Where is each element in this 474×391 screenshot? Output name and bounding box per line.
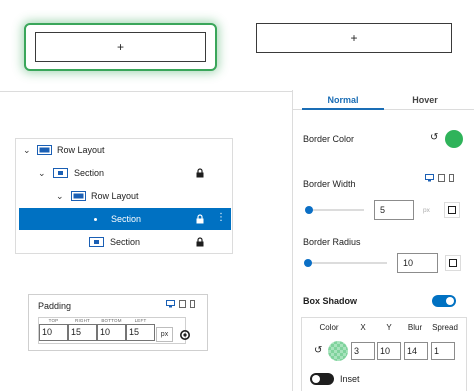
padding-title: Padding [38, 301, 72, 311]
tree-item-section[interactable]: ⌄ Section [16, 162, 232, 184]
state-tabs: Normal Hover [293, 90, 474, 110]
inset-toggle[interactable] [310, 373, 334, 385]
padding-unit-select[interactable]: px [156, 327, 173, 342]
section-dot-icon [94, 218, 97, 221]
section-preview[interactable]: + [256, 23, 452, 53]
shadow-color-header: Color [319, 323, 339, 332]
row-layout-icon [71, 191, 86, 201]
padding-right-label: RIGHT [75, 318, 90, 323]
lock-icon[interactable] [196, 214, 204, 224]
shadow-x-input[interactable]: 3 [351, 342, 375, 360]
chevron-down-icon[interactable]: ⌄ [23, 145, 31, 156]
mobile-icon[interactable] [190, 300, 195, 308]
border-width-unit: px [423, 207, 430, 214]
shadow-color-swatch[interactable] [328, 341, 348, 361]
padding-top-input[interactable]: 10 [39, 324, 68, 341]
tree-item-section[interactable]: Section [16, 231, 232, 253]
border-sides-button[interactable] [444, 202, 460, 218]
layer-tree: ⌄ Row Layout ⌄ Section ⌄ Row Layout Sect… [15, 138, 233, 254]
square-icon [449, 259, 457, 267]
chevron-down-icon[interactable]: ⌄ [38, 168, 46, 179]
plus-icon[interactable]: + [350, 31, 357, 45]
tree-item-label: Section [110, 237, 141, 247]
padding-right: RIGHT 15 [68, 318, 97, 341]
lock-icon[interactable] [196, 168, 204, 178]
tree-item-label: Section [74, 168, 105, 178]
padding-top: TOP 10 [39, 318, 68, 341]
tree-item-label: Row Layout [91, 191, 139, 201]
tree-item-row-layout[interactable]: ⌄ Row Layout [16, 139, 232, 161]
padding-bottom: BOTTOM 10 [97, 318, 126, 341]
reset-icon[interactable]: ↺ [314, 345, 322, 356]
border-width-label: Border Width [303, 179, 356, 189]
shadow-y-header: Y [386, 323, 392, 332]
tree-item-label: Row Layout [57, 145, 105, 155]
shadow-spread-input[interactable]: 1 [431, 342, 455, 360]
tablet-icon[interactable] [438, 174, 445, 182]
add-block-button[interactable]: + [35, 32, 206, 62]
lock-icon[interactable] [196, 237, 204, 247]
padding-right-input[interactable]: 15 [68, 324, 97, 341]
box-shadow-toggle[interactable] [432, 295, 456, 307]
plus-icon: + [116, 40, 124, 54]
toggle-knob [312, 375, 320, 383]
more-options-icon[interactable]: ⋮ [216, 212, 226, 223]
padding-top-label: TOP [48, 318, 59, 323]
tree-item-row-layout[interactable]: ⌄ Row Layout [16, 185, 232, 207]
padding-left-label: LEFT [134, 318, 147, 323]
selected-section-preview[interactable]: + [24, 23, 217, 71]
tab-hover[interactable]: Hover [384, 95, 466, 105]
section-icon [89, 237, 104, 247]
tree-item-label: Section [111, 214, 142, 224]
section-icon [53, 168, 68, 178]
border-radius-corners-button[interactable] [445, 255, 461, 271]
divider [0, 91, 292, 92]
chevron-down-icon[interactable]: ⌄ [56, 191, 64, 202]
padding-left-input[interactable]: 15 [126, 324, 155, 341]
shadow-x-header: X [360, 323, 366, 332]
border-radius-slider-thumb[interactable] [304, 259, 312, 267]
shadow-blur-header: Blur [407, 323, 423, 332]
device-switcher [166, 300, 195, 308]
border-width-slider-track[interactable] [306, 209, 364, 211]
border-radius-label: Border Radius [303, 237, 361, 247]
toggle-knob [446, 297, 454, 305]
border-width-slider-thumb[interactable] [305, 206, 313, 214]
padding-bottom-input[interactable]: 10 [97, 324, 126, 341]
border-radius-slider-track[interactable] [306, 262, 387, 264]
square-icon [448, 206, 456, 214]
shadow-spread-header: Spread [432, 323, 458, 332]
reset-icon[interactable]: ↺ [430, 132, 438, 143]
device-switcher [425, 174, 454, 182]
padding-bottom-label: BOTTOM [101, 318, 122, 323]
padding-left: LEFT 15 [126, 318, 155, 341]
inset-label: Inset [340, 374, 360, 384]
tab-normal[interactable]: Normal [302, 95, 384, 110]
tablet-icon[interactable] [179, 300, 186, 308]
border-width-input[interactable]: 5 [374, 200, 414, 220]
box-shadow-label: Box Shadow [303, 296, 358, 306]
link-sides-icon[interactable] [179, 329, 191, 341]
desktop-icon[interactable] [166, 300, 175, 308]
border-color-label: Border Color [303, 134, 355, 144]
shadow-y-input[interactable]: 10 [377, 342, 401, 360]
row-layout-icon [37, 145, 52, 155]
border-color-swatch[interactable] [445, 130, 463, 148]
tree-item-section-selected[interactable]: Section ⋮ [19, 208, 231, 230]
desktop-icon[interactable] [425, 174, 434, 182]
border-radius-input[interactable]: 10 [397, 253, 438, 273]
mobile-icon[interactable] [449, 174, 454, 182]
style-settings-panel: Normal Hover Border Color ↺ Border Width… [292, 90, 474, 391]
shadow-blur-input[interactable]: 14 [404, 342, 428, 360]
